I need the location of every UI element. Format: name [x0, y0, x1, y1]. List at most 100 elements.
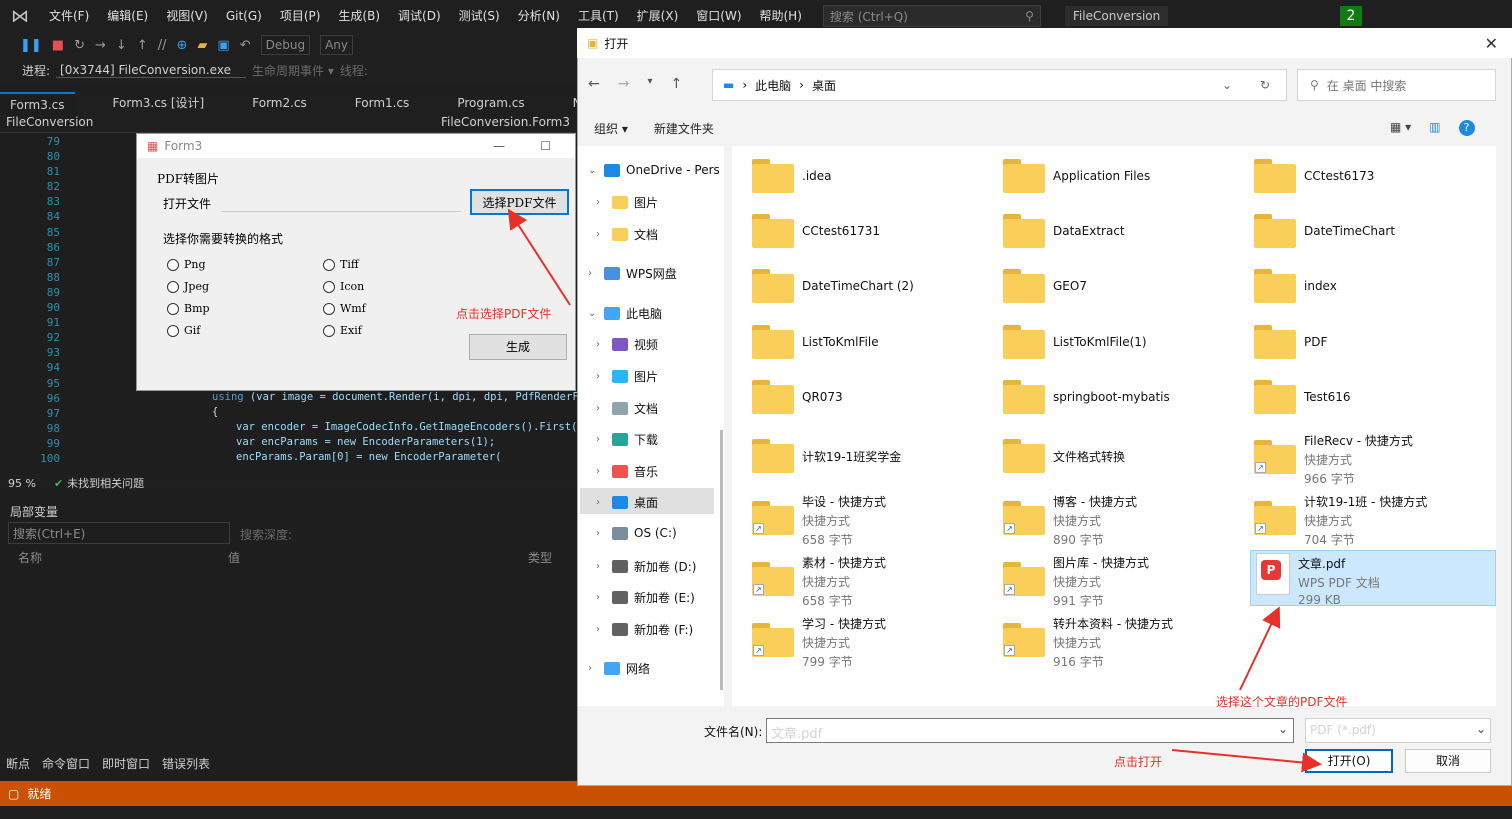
chevron-down-icon[interactable]: ⌄ [1222, 78, 1232, 92]
issues-indicator[interactable]: ✔ 未找到相关问题 [54, 475, 144, 491]
chevron-right-icon[interactable]: › [596, 561, 606, 572]
stop-icon[interactable]: ■ [52, 38, 64, 53]
project-dropdown[interactable]: FileConversion [6, 115, 93, 132]
tree-item[interactable]: › 图片 [596, 194, 658, 211]
tree-item[interactable]: › 新加卷 (E:) [596, 589, 695, 606]
editor-tab[interactable]: Form2.cs [242, 92, 317, 114]
breadcrumb-this-pc[interactable]: 此电脑 [755, 77, 791, 94]
shortcut-item[interactable]: ↗ 转升本资料 - 快捷方式 快捷方式 916 字节 [1003, 613, 1173, 670]
tree-item[interactable]: ⌄ OneDrive - Pers [588, 163, 720, 177]
chevron-down-icon[interactable]: ⌄ [588, 308, 598, 319]
tree-item[interactable]: › 新加卷 (D:) [596, 558, 696, 575]
format-radio-tiff[interactable]: Tiff [323, 258, 359, 271]
tree-item[interactable]: › 文档 [596, 226, 658, 243]
tree-item[interactable]: › 文档 [596, 400, 658, 417]
tree-item[interactable]: › 网络 [588, 660, 650, 677]
generate-button[interactable]: 生成 [469, 334, 567, 360]
minimize-icon[interactable]: — [493, 139, 505, 153]
col-value[interactable]: 值 [228, 549, 528, 566]
choose-pdf-button[interactable]: 选择PDF文件 [470, 189, 569, 215]
step-over-icon[interactable]: → [95, 38, 106, 53]
folder-item[interactable]: PDF [1254, 325, 1327, 359]
folder-item[interactable]: .idea [752, 159, 832, 193]
zoom-dropdown[interactable]: 95 % [8, 477, 36, 490]
tree-item[interactable]: › 图片 [596, 368, 658, 385]
format-radio-bmp[interactable]: Bmp [167, 302, 210, 315]
undo-icon[interactable]: ↶ [240, 38, 251, 53]
help-icon[interactable]: ? [1458, 120, 1475, 136]
editor-tab[interactable]: Form1.cs [345, 92, 420, 114]
save-icon[interactable]: ▣ [217, 38, 229, 53]
folder-item[interactable]: Application Files [1003, 159, 1150, 193]
bottom-tab[interactable]: 即时窗口 [102, 755, 150, 775]
platform-dropdown[interactable]: Any [320, 35, 353, 55]
restart-icon[interactable]: ↻ [74, 38, 85, 53]
cancel-button[interactable]: 取消 [1405, 749, 1491, 773]
tree-item[interactable]: › 桌面 [596, 494, 658, 511]
editor-tab[interactable]: Form3.cs [设计] [103, 92, 215, 114]
chevron-right-icon[interactable]: › [596, 528, 606, 539]
col-type[interactable]: 类型 [528, 549, 552, 566]
editor-tab[interactable]: Form3.cs [0, 92, 75, 114]
notification-badge[interactable]: 2 [1340, 6, 1362, 26]
shortcut-item[interactable]: ↗ 计软19-1班 - 快捷方式 快捷方式 704 字节 [1254, 491, 1427, 548]
preview-pane-icon[interactable]: ▥ [1429, 120, 1440, 136]
back-icon[interactable]: ← [588, 76, 600, 92]
chevron-right-icon[interactable]: › [596, 339, 606, 350]
organize-button[interactable]: 组织 ▾ [594, 120, 628, 137]
step-into-icon[interactable]: ↓ [116, 38, 127, 53]
up-icon[interactable]: ↑ [671, 76, 683, 92]
menu-item[interactable]: 生成(B) [329, 0, 389, 32]
tree-item[interactable]: › 视频 [596, 336, 658, 353]
folder-item[interactable]: CCtest6173 [1254, 159, 1374, 193]
shortcut-item[interactable]: ↗ 素材 - 快捷方式 快捷方式 658 字节 [752, 552, 886, 609]
chevron-right-icon[interactable]: › [596, 466, 606, 477]
open-button[interactable]: 打开(O) [1305, 749, 1393, 773]
nav-pane-scrollbar[interactable] [720, 430, 723, 690]
chevron-down-icon[interactable]: ⌄ [588, 165, 598, 176]
folder-item[interactable]: QR073 [752, 380, 843, 414]
chevron-right-icon[interactable]: › [588, 663, 598, 674]
tree-item[interactable]: › 下载 [596, 431, 658, 448]
recent-dropdown-icon[interactable]: ▾ [647, 76, 652, 92]
shortcut-item[interactable]: ↗ 博客 - 快捷方式 快捷方式 890 字节 [1003, 491, 1137, 548]
address-bar[interactable]: ▬ › 此电脑 › 桌面 ⌄ ↻ [712, 69, 1287, 101]
folder-item[interactable]: DateTimeChart (2) [752, 269, 914, 303]
shortcut-item[interactable]: ↗ FileRecv - 快捷方式 快捷方式 966 字节 [1254, 430, 1413, 487]
folder-item[interactable]: index [1254, 269, 1337, 303]
bottom-tab[interactable]: 命令窗口 [42, 755, 90, 775]
chevron-down-icon[interactable]: ⌄ [1278, 722, 1288, 736]
chevron-right-icon[interactable]: › [596, 497, 606, 508]
new-folder-button[interactable]: 新建文件夹 [654, 120, 714, 137]
chevron-right-icon[interactable]: › [596, 229, 606, 240]
forward-icon[interactable]: → [618, 76, 630, 92]
folder-item[interactable]: DataExtract [1003, 214, 1125, 248]
folder-item[interactable]: CCtest61731 [752, 214, 880, 248]
menu-item[interactable]: 编辑(E) [98, 0, 157, 32]
tree-item[interactable]: › OS (C:) [596, 526, 677, 540]
shortcut-item[interactable]: ↗ 毕设 - 快捷方式 快捷方式 658 字节 [752, 491, 886, 548]
pdf-file-item[interactable]: P 文章.pdf WPS PDF 文档 299 KB [1256, 553, 1380, 607]
open-folder-icon[interactable]: ▰ [197, 38, 207, 53]
filename-input[interactable]: 文章.pdf [766, 718, 1294, 743]
format-radio-icon[interactable]: Icon [323, 280, 364, 293]
chevron-right-icon[interactable]: › [588, 268, 598, 279]
bottom-tab[interactable]: 断点 [6, 755, 30, 775]
shortcut-item[interactable]: ↗ 学习 - 快捷方式 快捷方式 799 字节 [752, 613, 886, 670]
step-out-icon[interactable]: ↑ [137, 38, 148, 53]
locals-search-input[interactable]: 搜索(Ctrl+E) [8, 522, 230, 544]
maximize-icon[interactable]: ☐ [540, 139, 551, 153]
folder-item[interactable]: ListToKmlFile [752, 325, 879, 359]
class-dropdown[interactable]: FileConversion.Form3 [441, 115, 570, 132]
close-icon[interactable]: ✕ [1485, 34, 1498, 53]
pause-icon[interactable]: ❚❚ [20, 38, 42, 53]
configuration-dropdown[interactable]: Debug [260, 35, 311, 55]
format-radio-wmf[interactable]: Wmf [323, 302, 366, 315]
chevron-right-icon[interactable]: › [596, 371, 606, 382]
chevron-right-icon[interactable]: › [596, 434, 606, 445]
format-radio-gif[interactable]: Gif [167, 324, 200, 337]
menu-item[interactable]: Git(G) [217, 0, 271, 32]
menu-item[interactable]: 文件(F) [40, 0, 98, 32]
shortcut-item[interactable]: ↗ 图片库 - 快捷方式 快捷方式 991 字节 [1003, 552, 1149, 609]
format-radio-exif[interactable]: Exif [323, 324, 362, 337]
